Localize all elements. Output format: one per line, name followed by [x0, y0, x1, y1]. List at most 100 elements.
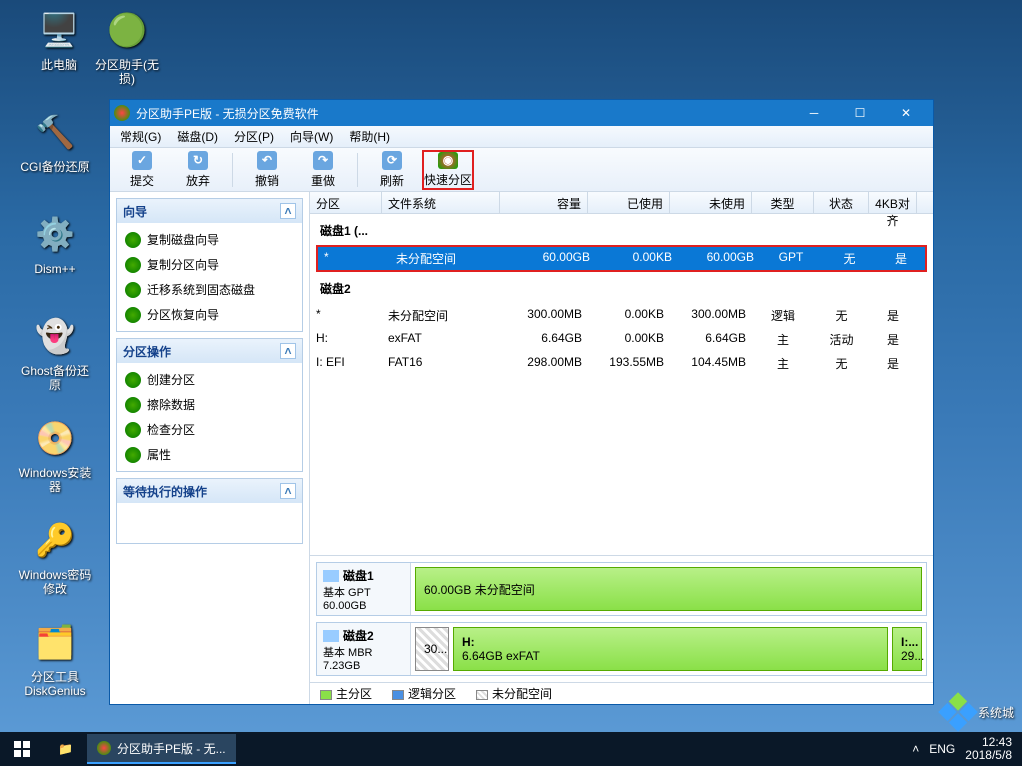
legend-logical-swatch: [392, 690, 404, 700]
desktop-icon[interactable]: 📀 Windows安装器: [18, 414, 92, 494]
tray-clock[interactable]: 12:43 2018/5/8: [965, 736, 1012, 762]
item-icon: [125, 397, 141, 413]
icon-glyph: ⚙️: [31, 210, 79, 258]
app-icon: [97, 741, 111, 755]
item-icon: [125, 282, 141, 298]
item-label: 分区恢复向导: [147, 306, 219, 323]
task-partition-assistant[interactable]: 分区助手PE版 - 无...: [87, 734, 236, 764]
icon-label: Windows密码修改: [18, 568, 92, 596]
disk2-seg-h[interactable]: H:6.64GB exFAT: [453, 627, 888, 671]
menu-general[interactable]: 常规(G): [116, 126, 165, 147]
tray-lang[interactable]: ENG: [929, 742, 955, 756]
sidebar-item[interactable]: 分区恢复向导: [117, 302, 302, 327]
sidebar: 向导˄ 复制磁盘向导复制分区向导迁移系统到固态磁盘分区恢复向导 分区操作˄ 创建…: [110, 192, 310, 704]
item-icon: [125, 372, 141, 388]
disk2-seg-unalloc[interactable]: 30...: [415, 627, 449, 671]
watermark: 系统城: [944, 698, 1014, 726]
col-type[interactable]: 类型: [752, 192, 814, 213]
sidebar-item[interactable]: 属性: [117, 442, 302, 467]
desktop-icon[interactable]: 🗂️分区工具DiskGenius: [18, 618, 92, 698]
icon-label: Windows安装器: [18, 466, 92, 494]
desktop-icon[interactable]: 🖥️此电脑: [22, 6, 96, 72]
menu-help[interactable]: 帮助(H): [345, 126, 394, 147]
refresh-button[interactable]: ⟳刷新: [366, 150, 418, 190]
partition-row[interactable]: *未分配空间300.00MB0.00KB300.00MB逻辑无是: [310, 303, 933, 327]
desktop-icon[interactable]: 🔨CGI备份还原: [18, 108, 92, 174]
discard-button[interactable]: ↻放弃: [172, 150, 224, 190]
icon-glyph: 🟢: [103, 6, 151, 54]
legend-primary-swatch: [320, 690, 332, 700]
pending-panel: 等待执行的操作˄: [116, 478, 303, 544]
item-icon: [125, 447, 141, 463]
wizard-panel-title: 向导: [123, 203, 147, 220]
item-icon: [125, 307, 141, 323]
quick-partition-button[interactable]: ◉快速分区: [422, 150, 474, 190]
collapse-icon[interactable]: ˄: [280, 343, 296, 359]
sidebar-item[interactable]: 迁移系统到固态磁盘: [117, 277, 302, 302]
tray-up-icon[interactable]: ˄: [912, 742, 919, 756]
icon-glyph: 🗂️: [31, 618, 79, 666]
col-partition[interactable]: 分区: [310, 192, 382, 213]
partition-row[interactable]: H:exFAT6.64GB0.00KB6.64GB主活动是: [310, 327, 933, 351]
sidebar-item[interactable]: 复制分区向导: [117, 252, 302, 277]
close-button[interactable]: ✕: [883, 100, 929, 126]
col-filesystem[interactable]: 文件系统: [382, 192, 500, 213]
item-label: 擦除数据: [147, 396, 195, 413]
col-status[interactable]: 状态: [814, 192, 869, 213]
redo-button[interactable]: ↷重做: [297, 150, 349, 190]
window-title: 分区助手PE版 - 无损分区免费软件: [136, 105, 791, 122]
main-area: 分区 文件系统 容量 已使用 未使用 类型 状态 4KB对齐 磁盘1 (...*…: [310, 192, 933, 704]
sidebar-item[interactable]: 复制磁盘向导: [117, 227, 302, 252]
collapse-icon[interactable]: ˄: [280, 483, 296, 499]
disk-header[interactable]: 磁盘2: [310, 272, 933, 303]
col-free[interactable]: 未使用: [670, 192, 752, 213]
disk-icon: [323, 570, 339, 582]
disk1-seg-unalloc[interactable]: 60.00GB 未分配空间: [415, 567, 922, 611]
app-icon: [114, 105, 130, 121]
grid-header: 分区 文件系统 容量 已使用 未使用 类型 状态 4KB对齐: [310, 192, 933, 214]
menubar: 常规(G) 磁盘(D) 分区(P) 向导(W) 帮助(H): [110, 126, 933, 148]
disk2-viz[interactable]: 磁盘2 基本 MBR 7.23GB 30... H:6.64GB exFAT I…: [316, 622, 927, 676]
sidebar-item[interactable]: 创建分区: [117, 367, 302, 392]
maximize-button[interactable]: ☐: [837, 100, 883, 126]
item-icon: [125, 257, 141, 273]
wizard-panel: 向导 ˄ 复制磁盘向导复制分区向导迁移系统到固态磁盘分区恢复向导: [116, 198, 303, 332]
disk-visualization: 磁盘1 基本 GPT 60.00GB 60.00GB 未分配空间 磁盘2 基本 …: [310, 555, 933, 704]
desktop-icon[interactable]: 🔑 Windows密码修改: [18, 516, 92, 596]
col-capacity[interactable]: 容量: [500, 192, 588, 213]
disk1-viz[interactable]: 磁盘1 基本 GPT 60.00GB 60.00GB 未分配空间: [316, 562, 927, 616]
desktop-icon[interactable]: 👻Ghost备份还原: [18, 312, 92, 392]
app-window: 分区助手PE版 - 无损分区免费软件 ─ ☐ ✕ 常规(G) 磁盘(D) 分区(…: [109, 99, 934, 705]
menu-disk[interactable]: 磁盘(D): [173, 126, 222, 147]
grid-body: 磁盘1 (...*未分配空间60.00GB0.00KB60.00GBGPT无是磁…: [310, 214, 933, 555]
icon-label: 分区助手(无损): [90, 58, 164, 86]
col-align[interactable]: 4KB对齐: [869, 192, 917, 213]
task-explorer[interactable]: 📁: [48, 734, 83, 764]
partition-row[interactable]: I: EFIFAT16298.00MB193.55MB104.45MB主无是: [310, 351, 933, 375]
icon-label: 此电脑: [22, 58, 96, 72]
desktop-icon[interactable]: ⚙️Dism++: [18, 210, 92, 276]
icon-glyph: 📀: [31, 414, 79, 462]
menu-wizard[interactable]: 向导(W): [286, 126, 337, 147]
toolbar: ✓提交 ↻放弃 ↶撤销 ↷重做 ⟳刷新 ◉快速分区: [110, 148, 933, 192]
titlebar[interactable]: 分区助手PE版 - 无损分区免费软件 ─ ☐ ✕: [110, 100, 933, 126]
menu-partition[interactable]: 分区(P): [230, 126, 278, 147]
col-used[interactable]: 已使用: [588, 192, 670, 213]
commit-button[interactable]: ✓提交: [116, 150, 168, 190]
minimize-button[interactable]: ─: [791, 100, 837, 126]
icon-label: Ghost备份还原: [18, 364, 92, 392]
sidebar-item[interactable]: 擦除数据: [117, 392, 302, 417]
legend-unalloc-swatch: [476, 690, 488, 700]
item-label: 检查分区: [147, 421, 195, 438]
item-icon: [125, 232, 141, 248]
partition-row[interactable]: *未分配空间60.00GB0.00KB60.00GBGPT无是: [316, 245, 927, 272]
undo-button[interactable]: ↶撤销: [241, 150, 293, 190]
disk2-seg-i[interactable]: I:...29...: [892, 627, 922, 671]
collapse-icon[interactable]: ˄: [280, 203, 296, 219]
start-button[interactable]: [0, 732, 44, 766]
desktop-icon[interactable]: 🟢 分区助手(无损): [90, 6, 164, 86]
disk-header[interactable]: 磁盘1 (...: [310, 214, 933, 245]
item-label: 创建分区: [147, 371, 195, 388]
icon-glyph: 🔑: [31, 516, 79, 564]
sidebar-item[interactable]: 检查分区: [117, 417, 302, 442]
